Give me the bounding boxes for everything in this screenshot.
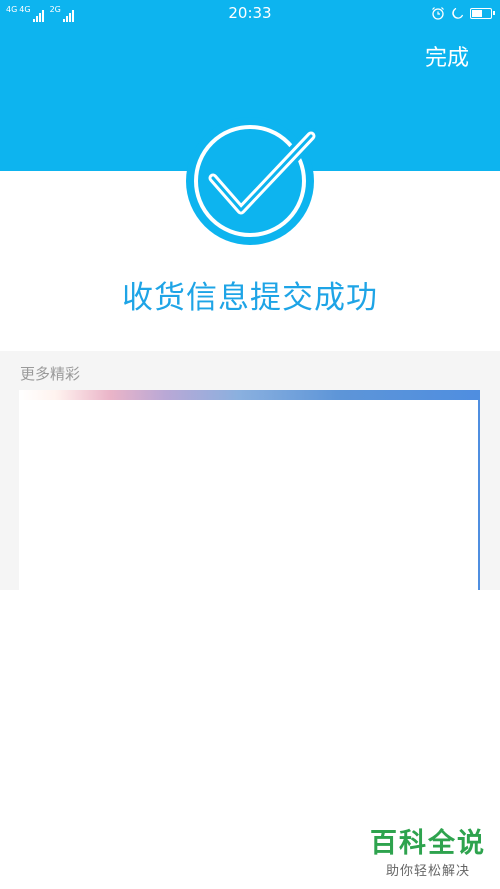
banner-gradient-strip <box>19 390 478 400</box>
check-circle-icon <box>183 116 319 246</box>
promo-banner[interactable] <box>19 390 480 590</box>
more-section: 更多精彩 <box>0 351 500 590</box>
alarm-icon <box>432 7 444 20</box>
more-section-title: 更多精彩 <box>20 365 81 383</box>
watermark-logo: 百科全说 助你轻松解决 <box>370 828 486 879</box>
network-type-3: 2G <box>49 5 61 14</box>
moon-icon <box>452 7 464 19</box>
network-type-2: 4G <box>19 5 31 14</box>
status-time: 20:33 <box>228 4 272 22</box>
status-bar: 4G 4G 2G 20:33 <box>0 0 500 26</box>
signal-bars-icon <box>62 10 74 22</box>
watermark-title: 百科全说 <box>370 828 486 859</box>
network-type-1: 4G <box>6 5 18 14</box>
battery-icon <box>470 7 495 19</box>
status-icons <box>431 6 495 20</box>
signal-group: 4G 4G 2G <box>6 4 74 22</box>
watermark-subtitle: 助你轻松解决 <box>385 864 470 879</box>
signal-bars-icon <box>32 10 44 22</box>
done-button[interactable]: 完成 <box>425 40 469 72</box>
success-title: 收货信息提交成功 <box>122 280 378 316</box>
